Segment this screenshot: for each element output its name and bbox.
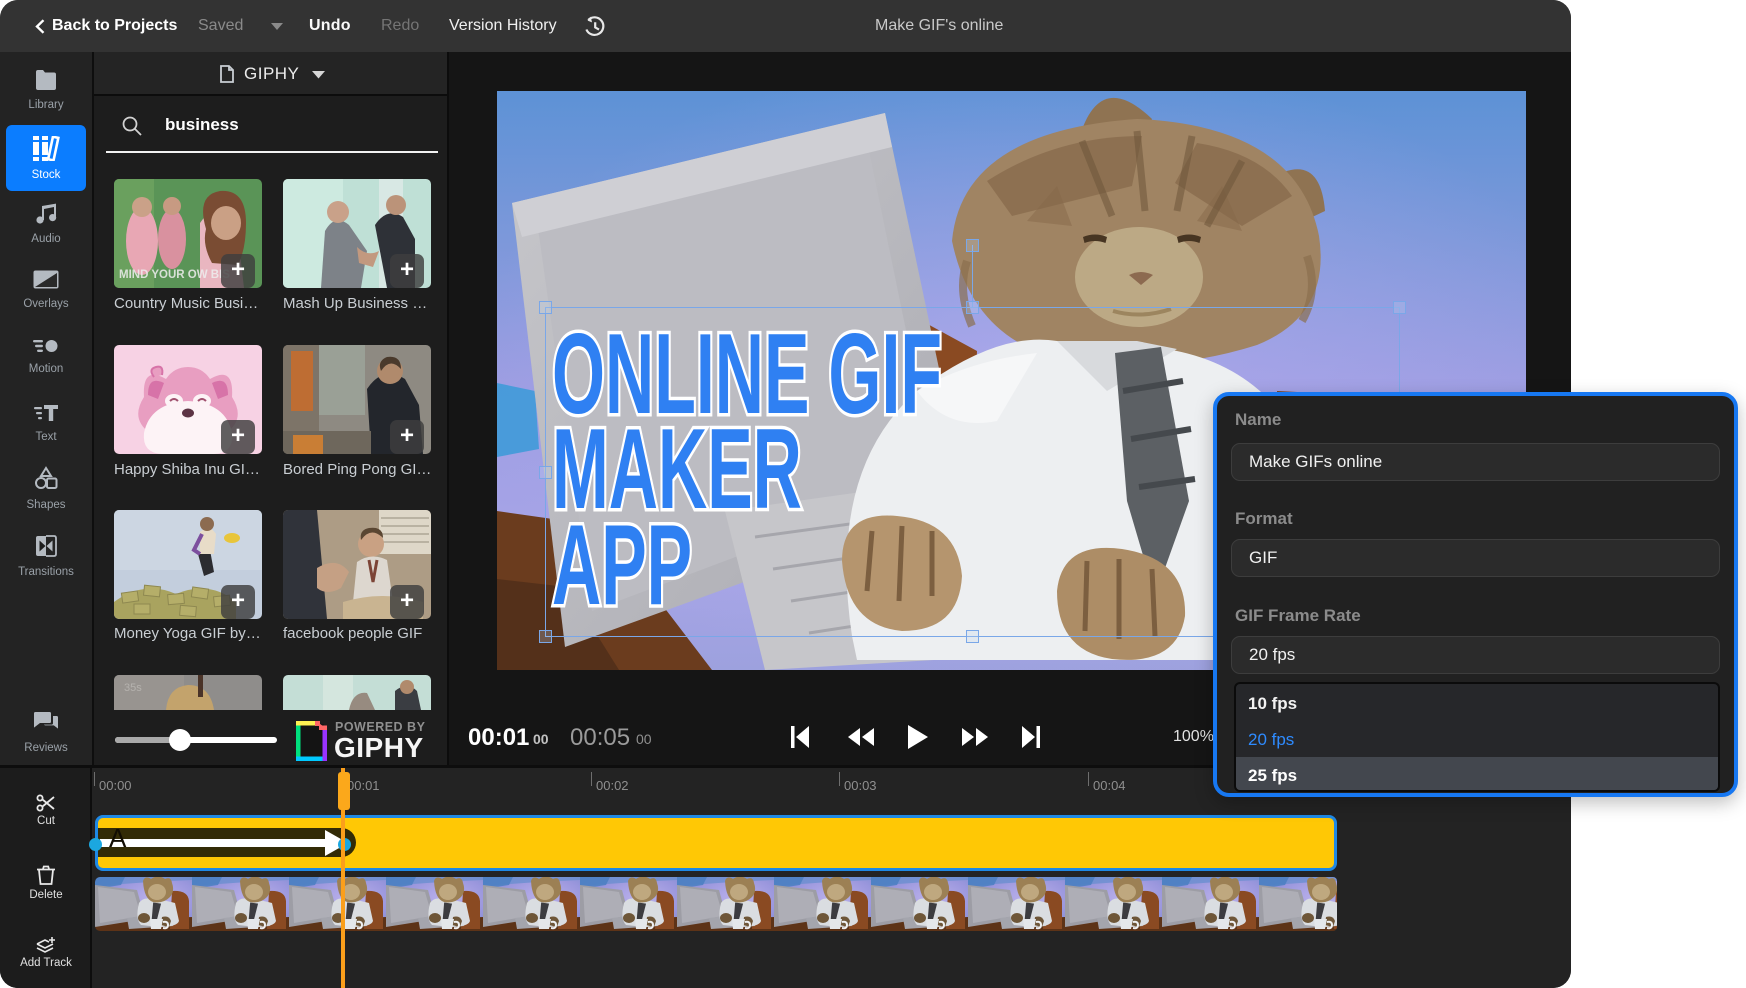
svg-text:MIND YOUR OW BIS: MIND YOUR OW BIS <box>119 269 230 281</box>
svg-text:35s: 35s <box>124 682 142 694</box>
